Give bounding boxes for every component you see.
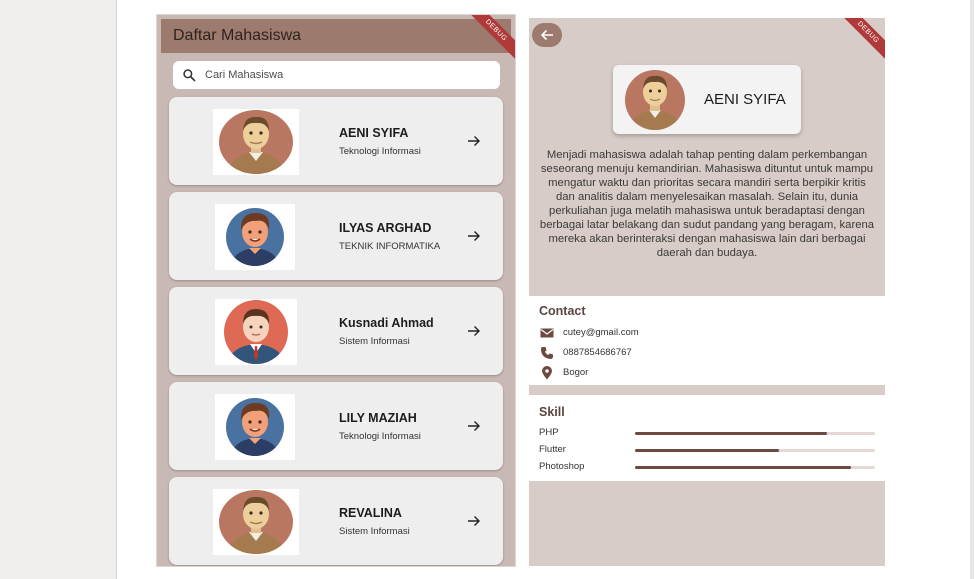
skill-bar-fill — [635, 466, 851, 469]
page-title: Daftar Mahasiswa — [173, 27, 302, 44]
man-beard-brown-circle-avatar-icon — [219, 110, 293, 174]
contact-phone: 0887854686767 — [563, 347, 632, 358]
page-right-margin — [970, 0, 974, 579]
man-blue-circle-avatar-icon — [226, 208, 284, 266]
arrow-right-icon[interactable] — [467, 135, 481, 147]
skill-bar — [635, 466, 875, 469]
contact-section: Contact cutey@gmail.com 0887854686767 Bo… — [529, 296, 885, 385]
man-beard-brown-circle-avatar-icon — [219, 490, 293, 554]
skill-title: Skill — [539, 405, 565, 419]
student-name: AENI SYIFA — [339, 126, 409, 140]
avatar — [215, 394, 295, 460]
student-department: Sistem Informasi — [339, 526, 410, 537]
contact-location: Bogor — [563, 367, 589, 378]
contact-email: cutey@gmail.com — [563, 327, 639, 338]
search-input[interactable]: Cari Mahasiswa — [173, 61, 500, 89]
arrow-right-icon[interactable] — [467, 325, 481, 337]
search-placeholder: Cari Mahasiswa — [205, 69, 284, 81]
bio-text: Menjadi mahasiswa adalah tahap penting d… — [539, 149, 875, 259]
skill-bar — [635, 432, 875, 435]
list-item[interactable]: REVALINA Sistem Informasi — [169, 477, 503, 565]
avatar — [213, 489, 299, 555]
skill-bar-fill — [635, 432, 827, 435]
location-pin-icon — [542, 366, 552, 380]
arrow-right-icon[interactable] — [467, 515, 481, 527]
skill-bar-fill — [635, 449, 779, 452]
arrow-right-icon[interactable] — [467, 420, 481, 432]
man-suit-red-circle-avatar-icon — [224, 300, 288, 364]
skill-label: PHP — [539, 427, 559, 438]
student-department: Teknologi Informasi — [339, 431, 421, 442]
skill-section: Skill PHP Flutter Photoshop — [529, 395, 885, 481]
page-left-margin — [0, 0, 117, 579]
skill-label: Flutter — [539, 444, 566, 455]
student-name: LILY MAZIAH — [339, 411, 417, 425]
search-icon — [183, 69, 196, 82]
phone-icon — [541, 347, 553, 359]
student-list-screen: Daftar Mahasiswa DEBUG Cari Mahasiswa AE… — [156, 14, 516, 567]
list-item[interactable]: ILYAS ARGHAD TEKNIK INFORMATIKA — [169, 192, 503, 280]
avatar — [215, 299, 297, 365]
man-blue-circle-avatar-icon — [226, 398, 284, 456]
student-name: Kusnadi Ahmad — [339, 316, 434, 330]
arrow-left-icon — [540, 29, 553, 41]
list-item[interactable]: Kusnadi Ahmad Sistem Informasi — [169, 287, 503, 375]
student-name: ILYAS ARGHAD — [339, 221, 432, 235]
student-department: TEKNIK INFORMATIKA — [339, 241, 441, 252]
student-department: Sistem Informasi — [339, 336, 410, 347]
profile-card: AENI SYIFA — [613, 65, 801, 134]
list-item[interactable]: AENI SYIFA Teknologi Informasi — [169, 97, 503, 185]
debug-banner: DEBUG — [832, 18, 885, 68]
app-bar: Daftar Mahasiswa — [161, 19, 511, 53]
arrow-right-icon[interactable] — [467, 230, 481, 242]
back-button[interactable] — [532, 23, 562, 47]
avatar — [625, 70, 685, 130]
student-detail-screen: DEBUG AENI SYIFA Menjadi mahasiswa adala… — [529, 18, 885, 566]
mail-icon — [540, 328, 554, 338]
list-item[interactable]: LILY MAZIAH Teknologi Informasi — [169, 382, 503, 470]
avatar — [215, 204, 295, 270]
student-name: REVALINA — [339, 506, 402, 520]
skill-bar — [635, 449, 875, 452]
avatar — [213, 109, 299, 175]
profile-name: AENI SYIFA — [704, 91, 786, 108]
contact-title: Contact — [539, 304, 586, 318]
skill-label: Photoshop — [539, 461, 585, 472]
student-department: Teknologi Informasi — [339, 146, 421, 157]
